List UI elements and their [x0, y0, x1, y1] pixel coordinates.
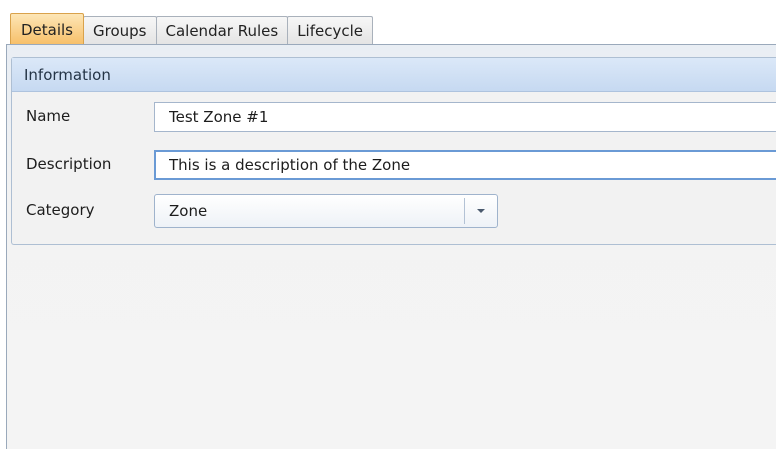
- tab-lifecycle[interactable]: Lifecycle: [287, 16, 373, 44]
- information-group-header: Information: [12, 58, 776, 92]
- tab-lifecycle-label: Lifecycle: [297, 22, 363, 40]
- tab-groups[interactable]: Groups: [83, 16, 157, 44]
- category-selected-value: Zone: [169, 202, 208, 220]
- description-label: Description: [26, 155, 112, 173]
- name-field[interactable]: [154, 102, 776, 132]
- category-label: Category: [26, 201, 95, 219]
- tab-strip: Details Groups Calendar Rules Lifecycle: [10, 13, 373, 44]
- tab-details[interactable]: Details: [10, 13, 85, 44]
- chevron-down-icon[interactable]: [465, 195, 497, 227]
- window-root: Details Groups Calendar Rules Lifecycle …: [0, 0, 776, 449]
- tab-groups-label: Groups: [93, 22, 147, 40]
- description-field[interactable]: [154, 150, 776, 180]
- information-group: Information Name Description Category Zo…: [11, 57, 776, 245]
- tab-calendar-rules-label: Calendar Rules: [165, 22, 279, 40]
- category-dropdown[interactable]: Zone: [154, 194, 498, 228]
- name-label: Name: [26, 107, 71, 125]
- information-group-title: Information: [24, 65, 111, 84]
- category-row: Category Zone: [12, 194, 776, 228]
- name-row: Name: [12, 102, 776, 132]
- description-row: Description: [12, 150, 776, 180]
- details-tab-panel: Information Name Description Category Zo…: [6, 44, 776, 449]
- tab-calendar-rules[interactable]: Calendar Rules: [155, 16, 289, 44]
- tab-details-label: Details: [21, 20, 74, 39]
